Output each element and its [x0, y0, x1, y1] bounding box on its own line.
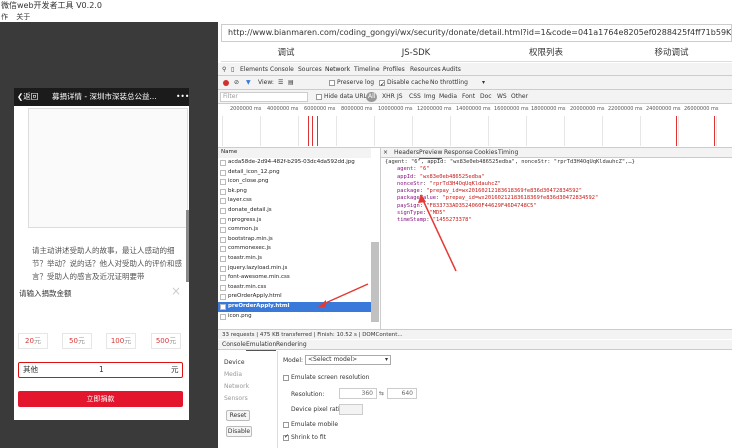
- arrow-to-request: [320, 283, 369, 306]
- arrow-head: [418, 194, 426, 203]
- arrow-to-response: [421, 197, 457, 272]
- arrow-head: [318, 300, 326, 307]
- annotation-arrows: [318, 194, 457, 307]
